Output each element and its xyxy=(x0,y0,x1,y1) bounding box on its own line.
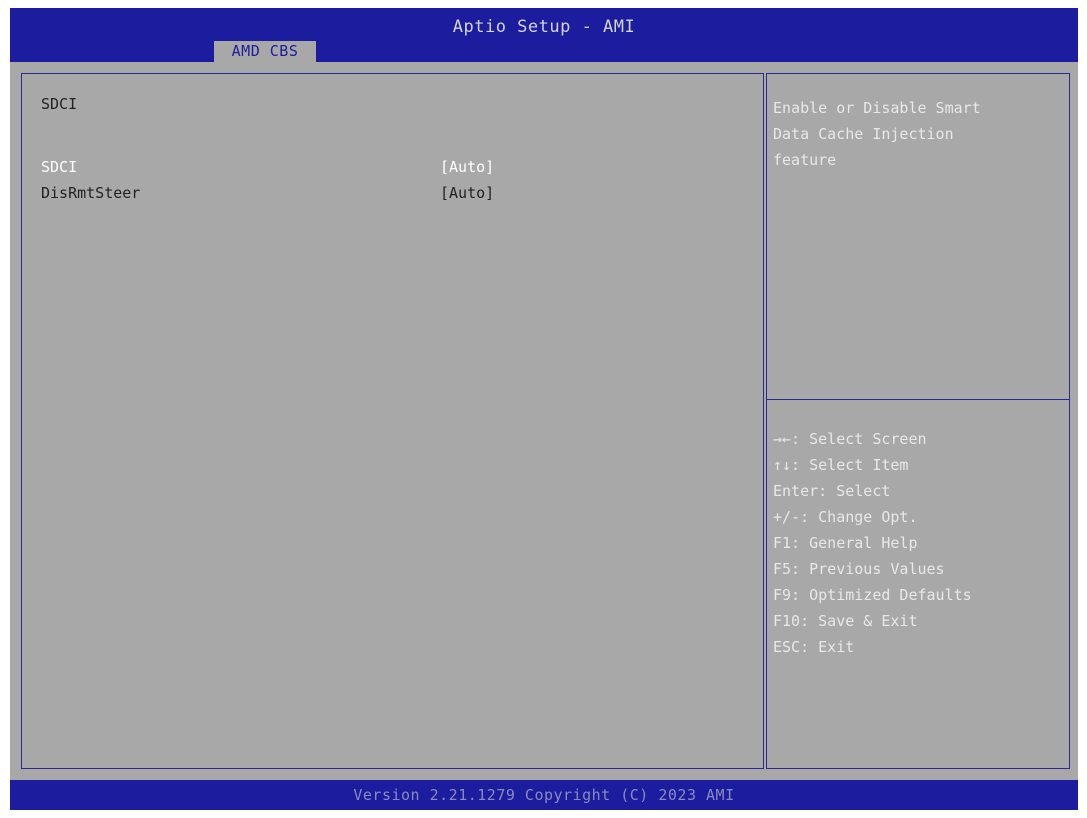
setup-screen: SDCI SDCI [Auto] DisRmtSteer [Auto] Enab… xyxy=(10,62,1078,780)
section-title: SDCI xyxy=(41,95,78,113)
setting-disrmtsteer-label[interactable]: DisRmtSteer xyxy=(41,184,140,202)
help-panel: Enable or Disable Smart Data Cache Injec… xyxy=(766,73,1070,769)
setting-sdci-label[interactable]: SDCI xyxy=(41,158,77,176)
key-select-item: ↑↓: Select Item xyxy=(773,456,909,474)
key-save-exit: F10: Save & Exit xyxy=(773,612,918,630)
key-enter-select: Enter: Select xyxy=(773,482,891,500)
tab-amd-cbs[interactable]: AMD CBS xyxy=(214,41,316,62)
title-bar: Aptio Setup - AMI AMD CBS xyxy=(10,8,1078,62)
settings-panel: SDCI SDCI [Auto] DisRmtSteer [Auto] xyxy=(21,73,764,769)
help-divider xyxy=(767,399,1069,400)
key-change-option: +/-: Change Opt. xyxy=(773,508,918,526)
key-exit: ESC: Exit xyxy=(773,638,855,656)
key-general-help: F1: General Help xyxy=(773,534,918,552)
setting-disrmtsteer-value[interactable]: [Auto] xyxy=(440,184,494,202)
status-bar: Version 2.21.1279 Copyright (C) 2023 AMI xyxy=(10,780,1078,810)
setting-sdci-value[interactable]: [Auto] xyxy=(440,158,494,176)
key-select-screen: →←: Select Screen xyxy=(773,430,927,448)
key-legend: →←: Select Screen ↑↓: Select Item Enter:… xyxy=(773,426,972,660)
key-optimized-defaults: F9: Optimized Defaults xyxy=(773,586,972,604)
app-title: Aptio Setup - AMI xyxy=(452,17,636,37)
help-description: Enable or Disable Smart Data Cache Injec… xyxy=(773,99,981,169)
version-text: Version 2.21.1279 Copyright (C) 2023 AMI xyxy=(353,786,735,804)
key-previous-values: F5: Previous Values xyxy=(773,560,945,578)
